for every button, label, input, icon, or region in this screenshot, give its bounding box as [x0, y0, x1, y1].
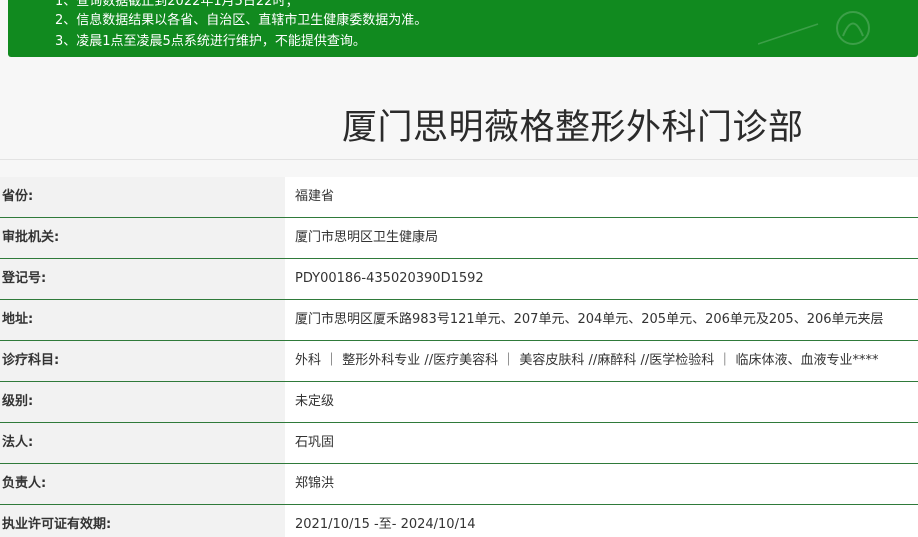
row-label-level: 级别: — [0, 382, 285, 422]
info-table: 省份: 福建省 审批机关: 厦门市思明区卫生健康局 登记号: PDY00186-… — [0, 177, 918, 537]
row-value-manager: 郑锦洪 — [285, 464, 918, 504]
notice-line-3: 3、凌晨1点至凌晨5点系统进行维护，不能提供查询。 — [55, 34, 366, 49]
watermark-logo-icon — [758, 11, 870, 45]
row-value-registration: PDY00186-435020390D1592 — [285, 259, 918, 299]
table-row: 诊疗科目: 外科 ｜ 整形外科专业 //医疗美容科 ｜ 美容皮肤科 //麻醉科 … — [0, 341, 918, 382]
table-row: 法人: 石巩固 — [0, 423, 918, 464]
row-label-registration: 登记号: — [0, 259, 285, 299]
notice-banner: 1、查询数据截止到2022年1月5日22时； 2、信息数据结果以各省、自治区、直… — [8, 0, 918, 57]
row-value-province: 福建省 — [285, 177, 918, 217]
notice-line-2: 2、信息数据结果以各省、自治区、直辖市卫生健康委数据为准。 — [55, 13, 428, 28]
table-row: 省份: 福建省 — [0, 177, 918, 218]
row-label-manager: 负责人: — [0, 464, 285, 504]
page-title: 厦门思明薇格整形外科门诊部 — [342, 108, 804, 148]
notice-line-1: 1、查询数据截止到2022年1月5日22时； — [55, 0, 299, 9]
row-label-license-validity: 执业许可证有效期: — [0, 505, 285, 537]
row-label-province: 省份: — [0, 177, 285, 217]
row-value-level: 未定级 — [285, 382, 918, 422]
row-value-authority: 厦门市思明区卫生健康局 — [285, 218, 918, 258]
row-label-legal-person: 法人: — [0, 423, 285, 463]
table-row: 审批机关: 厦门市思明区卫生健康局 — [0, 218, 918, 259]
row-value-departments: 外科 ｜ 整形外科专业 //医疗美容科 ｜ 美容皮肤科 //麻醉科 //医学检验… — [285, 341, 918, 381]
row-value-license-validity: 2021/10/15 -至- 2024/10/14 — [285, 505, 918, 537]
table-row: 级别: 未定级 — [0, 382, 918, 423]
row-label-departments: 诊疗科目: — [0, 341, 285, 381]
page: 1、查询数据截止到2022年1月5日22时； 2、信息数据结果以各省、自治区、直… — [0, 0, 918, 537]
table-row: 地址: 厦门市思明区厦禾路983号121单元、207单元、204单元、205单元… — [0, 300, 918, 341]
row-value-legal-person: 石巩固 — [285, 423, 918, 463]
row-value-address: 厦门市思明区厦禾路983号121单元、207单元、204单元、205单元、206… — [285, 300, 918, 340]
table-row: 执业许可证有效期: 2021/10/15 -至- 2024/10/14 — [0, 505, 918, 537]
row-label-address: 地址: — [0, 300, 285, 340]
row-label-authority: 审批机关: — [0, 218, 285, 258]
table-row: 负责人: 郑锦洪 — [0, 464, 918, 505]
table-row: 登记号: PDY00186-435020390D1592 — [0, 259, 918, 300]
title-divider — [0, 159, 918, 160]
